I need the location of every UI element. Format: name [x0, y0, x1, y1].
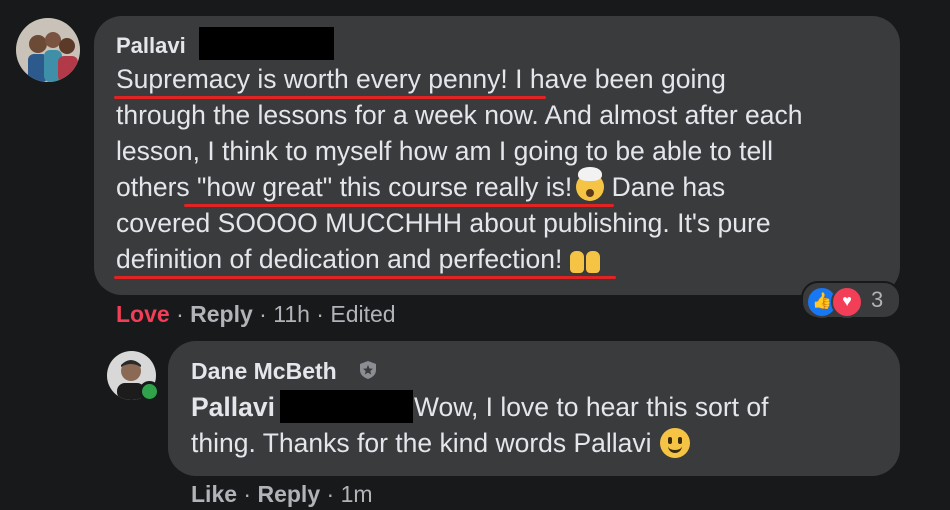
love-icon: ♥: [831, 286, 863, 318]
reply-timestamp[interactable]: 1m: [341, 481, 373, 507]
reply-button[interactable]: Reply: [190, 301, 253, 327]
online-status-indicator: [139, 381, 160, 402]
reactions-summary[interactable]: 👍 ♥ 3: [801, 281, 901, 319]
comment-actions: Love · Reply · 11h · Edited: [116, 301, 396, 328]
comment-text-line-1: Supremacy is worth every penny! I have b…: [116, 64, 726, 94]
redacted-name-block: [280, 390, 413, 423]
underline-annotation-2: [184, 204, 614, 207]
comment-text-line-5: covered SOOOO MUCCHHH about publishing. …: [116, 208, 771, 238]
comment-timestamp[interactable]: 11h: [273, 301, 310, 327]
separator-dot: ·: [259, 301, 274, 327]
love-reaction-button[interactable]: Love: [116, 301, 170, 327]
underline-annotation-3: [114, 276, 616, 279]
comment-author-name[interactable]: Pallavi: [116, 33, 186, 59]
reaction-count: 3: [871, 287, 884, 312]
raising-hands-emoji: [568, 245, 602, 273]
comment-text-line-2: through the lessons for a week now. And …: [116, 100, 803, 130]
reply-text-line-1-rest: Wow, I love to hear this sort of: [414, 392, 769, 422]
comment-text-line-4-tail: Dane has: [604, 172, 726, 202]
underline-annotation-1: [114, 96, 546, 99]
smiling-face-emoji: [659, 428, 690, 458]
comment-text-line-6-text: definition of dedication and perfection!: [116, 244, 563, 274]
shield-icon: [360, 361, 376, 379]
comment-text-line-4-text: others "how great" this course really is…: [116, 172, 573, 202]
comment-text-line-4: others "how great" this course really is…: [116, 167, 726, 203]
separator-dot: ·: [326, 481, 341, 507]
comment-text-line-3: lesson, I think to myself how am I going…: [116, 136, 773, 166]
reply-text-line-2-text: thing. Thanks for the kind words Pallavi: [191, 428, 652, 458]
comment-text-line-6: definition of dedication and perfection!: [116, 244, 602, 275]
commenter-avatar[interactable]: [16, 18, 80, 82]
reply-text-line-2: thing. Thanks for the kind words Pallavi: [191, 428, 690, 459]
exploding-head-emoji: [576, 167, 605, 201]
like-button[interactable]: Like: [191, 481, 237, 507]
separator-dot: ·: [316, 301, 331, 327]
reply-text-line-1: Pallavi: [191, 392, 275, 423]
reply-author-name[interactable]: Dane McBeth: [191, 358, 337, 385]
separator-dot: ·: [176, 301, 191, 327]
separator-dot: ·: [243, 481, 258, 507]
edited-label[interactable]: Edited: [330, 301, 395, 327]
reply-actions: Like · Reply · 1m: [191, 481, 373, 508]
redacted-name-block: [199, 27, 334, 60]
mention-tag[interactable]: Pallavi: [191, 392, 275, 422]
reply-button[interactable]: Reply: [257, 481, 320, 507]
